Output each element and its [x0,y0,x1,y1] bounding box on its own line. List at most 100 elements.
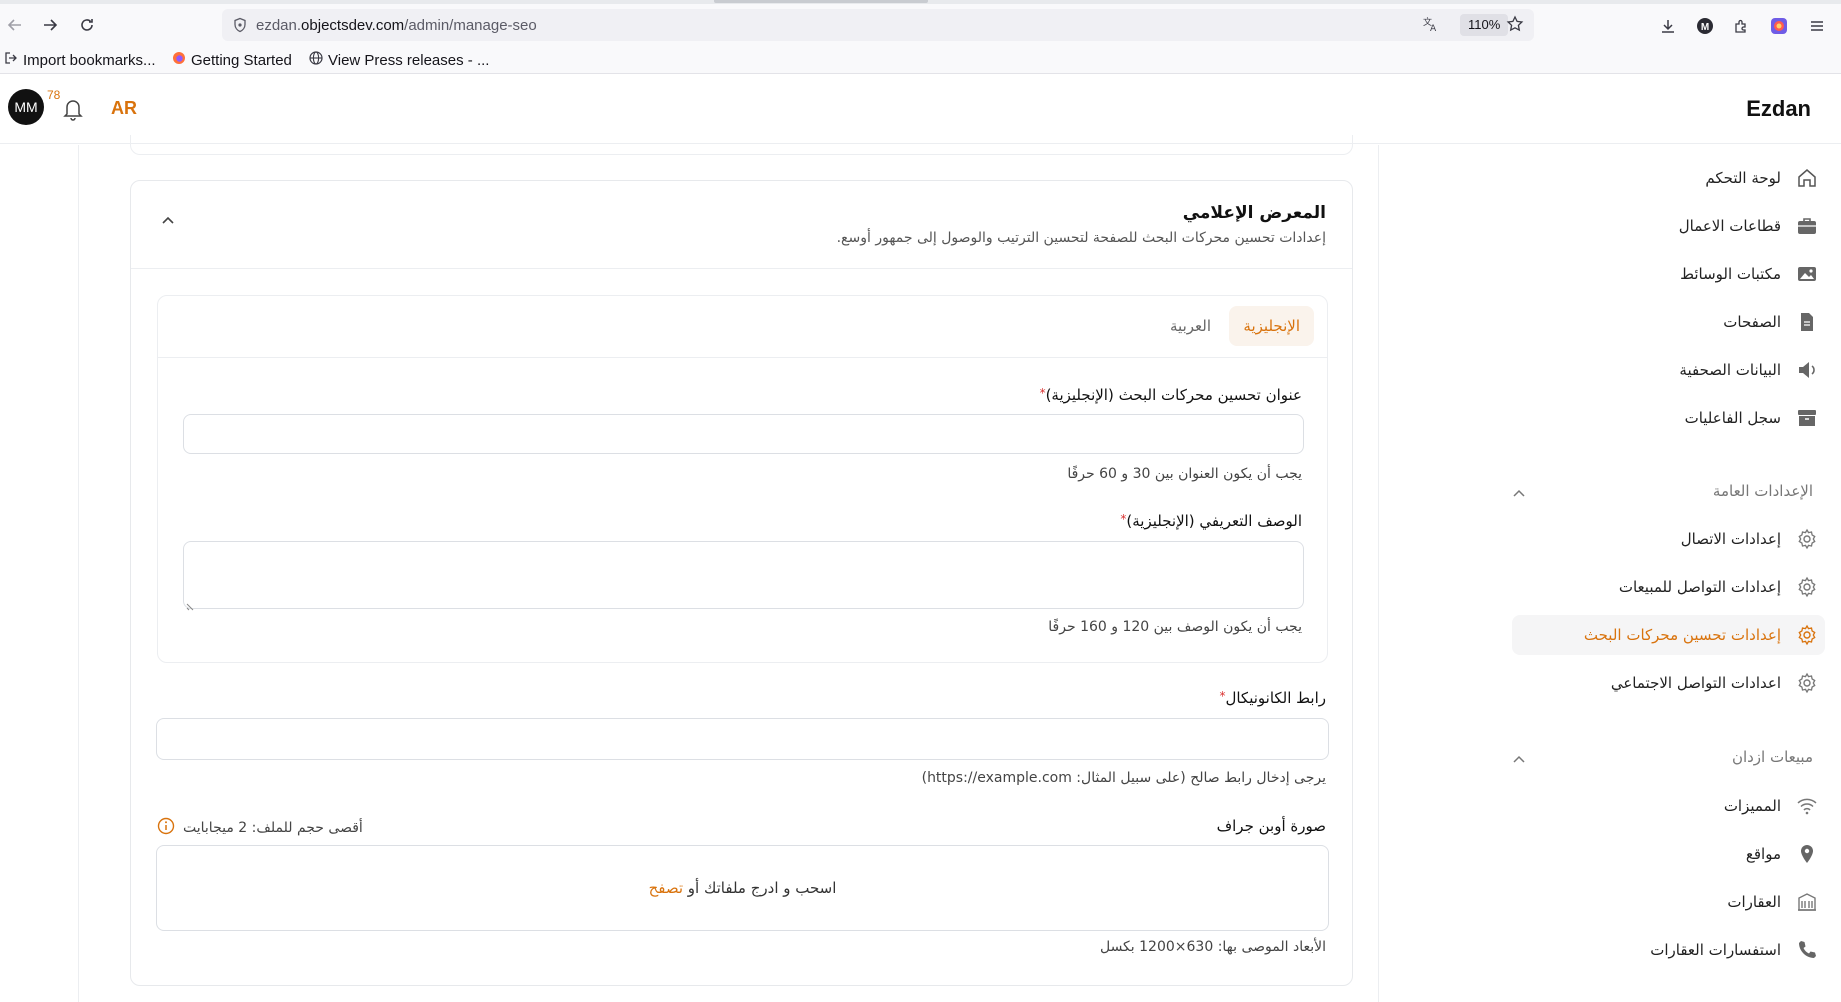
sidebar-item-label: قطاعات الاعمال [1678,217,1781,235]
forward-icon[interactable] [38,13,62,37]
url-prefix: ezdan. [256,17,302,34]
seo-description-textarea[interactable] [183,541,1304,611]
chevron-up-icon[interactable] [1513,482,1525,501]
tab-arabic[interactable]: العربية [1156,306,1225,346]
sidebar-item-press-releases[interactable]: البيانات الصحفية [1679,350,1819,390]
canonical-hint: يرجى إدخال رابط صالح (على سبيل المثال: h… [921,770,1326,786]
sidebar-item-business-sectors[interactable]: قطاعات الاعمال [1679,206,1819,246]
sidebar-item-seo-settings[interactable]: إعدادات تحسين محركات البحث [1512,615,1825,655]
location-pin-icon [1795,842,1819,866]
sidebar-item-dashboard[interactable]: لوحة التحكم [1705,158,1819,198]
bell-icon[interactable] [62,97,84,125]
bookmark-label: Getting Started [191,51,292,69]
sidebar-item-social-settings[interactable]: اعدادات التواصل الاجتماعي [1611,663,1819,703]
notification-count-badge: 78 [47,88,61,102]
home-icon [1795,166,1819,190]
bookmark-label: Import bookmarks... [23,51,156,69]
resize-grip-icon[interactable] [186,596,196,611]
building-icon [1795,890,1819,914]
app-header: MM 78 AR Ezdan [0,74,1841,144]
wifi-icon [1795,794,1819,818]
back-icon[interactable] [3,13,27,37]
svg-text:A: A [1430,24,1437,33]
bookmark-star-icon[interactable] [1506,15,1524,37]
sidebar-item-label: العقارات [1727,893,1781,911]
url-text[interactable]: ezdan.objectsdev.com/admin/manage-seo [256,17,537,34]
seo-title-input[interactable] [183,414,1304,454]
section-general-settings[interactable]: الإعدادات العامة [1513,479,1813,503]
browser-toolbar: ezdan.objectsdev.com/admin/manage-seo 文A… [0,4,1841,46]
sidebar-item-label: إعدادات تحسين محركات البحث [1583,626,1781,644]
sidebar-item-label: استفسارات العقارات [1650,941,1781,959]
sidebar-item-events-log[interactable]: سجل الفاعليات [1685,398,1819,438]
address-bar[interactable]: ezdan.objectsdev.com/admin/manage-seo 文A… [222,9,1534,41]
downloads-icon[interactable] [1658,16,1678,36]
language-tabs: الإنجليزية العربية [158,296,1327,358]
sidebar-item-label: المميزات [1723,797,1781,815]
color-extension-icon[interactable] [1769,16,1789,36]
canonical-label: رابط الكانونيكال* [1219,689,1326,707]
sidebar-item-label: إعدادات الاتصال [1680,530,1781,548]
seo-title-label-text: عنوان تحسين محركات البحث (الإنجليزية) [1045,386,1302,404]
language-toggle[interactable]: AR [111,98,137,119]
sidebar-item-label: سجل الفاعليات [1684,409,1781,427]
gear-icon [1795,623,1819,647]
active-tab-indicator[interactable] [714,0,928,3]
seo-title-hint: يجب أن يكون العنوان بين 30 و 60 حرفًا [1067,466,1302,482]
sidebar-item-sales-contact-settings[interactable]: إعدادات التواصل للمبيعات [1619,567,1819,607]
globe-icon [309,51,323,69]
phone-icon [1795,938,1819,962]
bookmark-label: View Press releases - ... [328,51,490,69]
site-info-icon[interactable] [232,17,248,37]
import-icon [4,51,18,69]
account-m-icon[interactable]: M [1695,16,1715,36]
tab-english[interactable]: الإنجليزية [1229,306,1314,346]
canonical-input[interactable] [156,718,1329,760]
sidebar-item-property-inquiries[interactable]: استفسارات العقارات [1650,930,1819,970]
sidebar-item-media-library[interactable]: مكتبات الوسائط [1680,254,1819,294]
canonical-label-text: رابط الكانونيكال [1225,689,1326,707]
gear-icon [1795,527,1819,551]
sidebar-item-label: مواقع [1745,845,1781,863]
dropzone-instruction: اسحب و ادرج ملفاتك أو [687,879,837,897]
url-path: /admin/manage-seo [404,17,537,34]
sidebar-item-contact-settings[interactable]: إعدادات الاتصال [1681,519,1819,559]
info-icon[interactable] [157,817,175,839]
language-panel: الإنجليزية العربية عنوان تحسين محركات ال… [157,295,1328,663]
seo-title-label: عنوان تحسين محركات البحث (الإنجليزية)* [1040,386,1302,404]
sidebar-item-locations[interactable]: مواقع [1746,834,1819,874]
zoom-level-badge[interactable]: 110% [1460,14,1509,36]
bookmark-getting-started[interactable]: Getting Started [172,50,292,70]
card-title: المعرض الإعلامي [1182,203,1326,223]
sidebar-item-features[interactable]: المميزات [1724,786,1819,826]
seo-description-label: الوصف التعريفي (الإنجليزية)* [1120,512,1302,530]
og-image-label: صورة أوبن جراف [1216,817,1326,835]
card-subtitle: إعدادات تحسين محركات البحث للصفحة لتحسين… [836,230,1326,246]
sidebar-item-label: لوحة التحكم [1705,169,1781,187]
section-ezdan-sales[interactable]: مبيعات ازدان [1513,745,1813,769]
firefox-icon [172,51,186,69]
browse-link[interactable]: تصفح [649,879,683,897]
extensions-icon[interactable] [1731,16,1751,36]
gear-icon [1795,575,1819,599]
sidebar-item-label: اعدادات التواصل الاجتماعي [1610,674,1781,692]
reload-icon[interactable] [75,13,99,37]
bookmarks-bar: Import bookmarks... Getting Started View… [0,46,1841,74]
bookmark-press-releases[interactable]: View Press releases - ... [309,50,489,70]
chevron-up-icon[interactable] [1513,748,1525,767]
chevron-up-icon[interactable] [159,211,177,229]
max-file-size-text: أقصى حجم للملف: 2 ميجابايت [183,820,363,836]
bookmark-import[interactable]: Import bookmarks... [4,50,156,70]
og-image-dropzone[interactable]: اسحب و ادرج ملفاتك أو تصفح [156,845,1329,931]
sidebar-item-properties[interactable]: العقارات [1727,882,1819,922]
sidebar-item-label: الصفحات [1723,313,1781,331]
svg-text:M: M [1701,22,1709,33]
url-host: objectsdev.com [301,17,405,34]
menu-hamburger-icon[interactable] [1807,16,1827,36]
avatar[interactable]: MM [8,89,44,125]
sidebar-item-pages[interactable]: الصفحات [1723,302,1819,342]
sidebar-item-label: البيانات الصحفية [1679,361,1781,379]
brand-logo[interactable]: Ezdan [1746,96,1811,122]
translate-icon[interactable]: 文A [1422,15,1440,37]
og-image-dimensions-hint: الأبعاد الموصى بها: 630×1200 بكسل [1099,939,1326,955]
